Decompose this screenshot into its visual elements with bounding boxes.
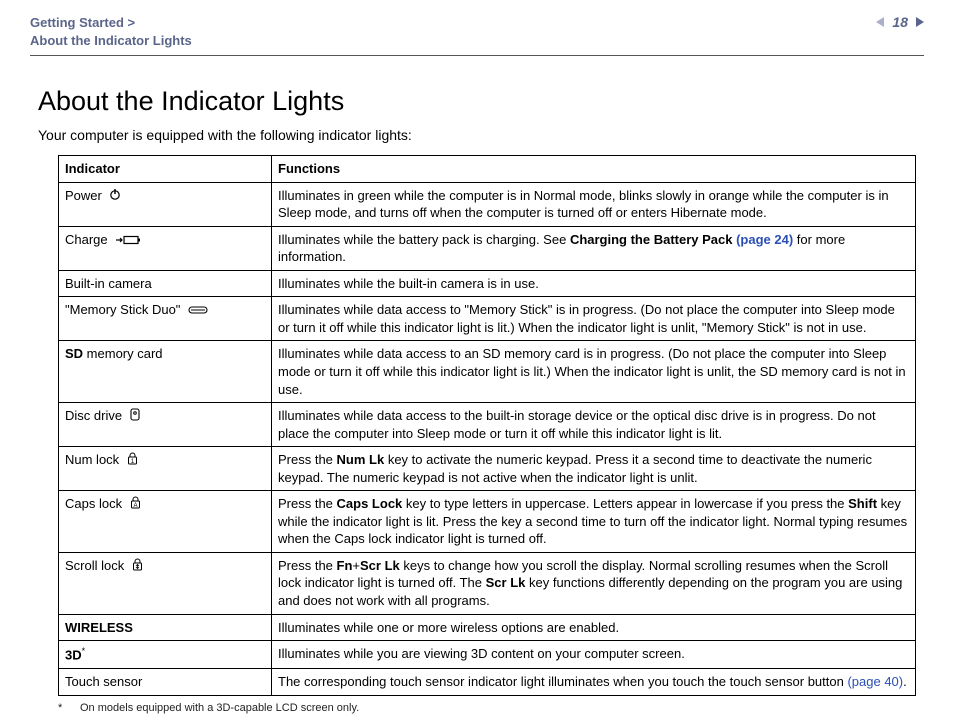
function-sd: Illuminates while data access to an SD m… (272, 341, 916, 403)
page-navigation: 18 (876, 14, 924, 30)
table-row: 3D* Illuminates while you are viewing 3D… (59, 641, 916, 669)
prev-page-icon[interactable] (876, 17, 884, 27)
table-row: Power Illuminates in green while the com… (59, 182, 916, 226)
indicator-touch: Touch sensor (59, 669, 272, 696)
charge-icon (115, 232, 143, 250)
next-page-icon[interactable] (916, 17, 924, 27)
indicator-table: Indicator Functions Power Illuminates in… (58, 155, 916, 695)
header-row: Getting Started > About the Indicator Li… (30, 14, 924, 56)
link-page-40[interactable]: (page 40) (847, 674, 903, 689)
function-touch: The corresponding touch sensor indicator… (272, 669, 916, 696)
col-functions: Functions (272, 156, 916, 183)
table-row: Charge Illuminates while the battery pac… (59, 226, 916, 270)
page-title: About the Indicator Lights (38, 86, 924, 117)
svg-text:A: A (133, 503, 137, 509)
scrolllock-icon (132, 558, 143, 576)
link-page-24[interactable]: (page 24) (736, 232, 793, 247)
indicator-power: Power (59, 182, 272, 226)
function-capslock: Press the Caps Lock key to type letters … (272, 491, 916, 553)
function-numlock: Press the Num Lk key to activate the num… (272, 447, 916, 491)
indicator-disc: Disc drive (59, 403, 272, 447)
function-memorystick: Illuminates while data access to "Memory… (272, 297, 916, 341)
indicator-camera: Built-in camera (59, 270, 272, 297)
function-scrolllock: Press the Fn+Scr Lk keys to change how y… (272, 552, 916, 614)
indicator-sd: SD memory card (59, 341, 272, 403)
breadcrumb-section: Getting Started > (30, 15, 135, 30)
disc-drive-icon (130, 408, 140, 426)
table-row: WIRELESS Illuminates while one or more w… (59, 614, 916, 641)
table-header-row: Indicator Functions (59, 156, 916, 183)
function-disc: Illuminates while data access to the bui… (272, 403, 916, 447)
intro-text: Your computer is equipped with the follo… (38, 127, 924, 143)
table-row: SD memory card Illuminates while data ac… (59, 341, 916, 403)
power-icon (109, 187, 121, 205)
table-row: Scroll lock Press the Fn+Scr Lk keys to … (59, 552, 916, 614)
function-3d: Illuminates while you are viewing 3D con… (272, 641, 916, 669)
numlock-icon: 1 (127, 452, 138, 470)
function-wireless: Illuminates while one or more wireless o… (272, 614, 916, 641)
footnote: *On models equipped with a 3D-capable LC… (58, 702, 924, 714)
col-indicator: Indicator (59, 156, 272, 183)
table-row: Disc drive Illuminates while data access… (59, 403, 916, 447)
breadcrumb: Getting Started > About the Indicator Li… (30, 14, 192, 49)
memorystick-icon (188, 302, 210, 320)
table-row: Built-in camera Illuminates while the bu… (59, 270, 916, 297)
indicator-numlock: Num lock 1 (59, 447, 272, 491)
table-row: Num lock 1 Press the Num Lk key to activ… (59, 447, 916, 491)
breadcrumb-page: About the Indicator Lights (30, 33, 192, 48)
function-power: Illuminates in green while the computer … (272, 182, 916, 226)
function-charge: Illuminates while the battery pack is ch… (272, 226, 916, 270)
function-camera: Illuminates while the built-in camera is… (272, 270, 916, 297)
capslock-icon: A (130, 496, 141, 514)
page-number: 18 (892, 14, 908, 30)
table-row: Caps lock A Press the Caps Lock key to t… (59, 491, 916, 553)
indicator-scrolllock: Scroll lock (59, 552, 272, 614)
indicator-memorystick: "Memory Stick Duo" (59, 297, 272, 341)
indicator-3d: 3D* (59, 641, 272, 669)
indicator-capslock: Caps lock A (59, 491, 272, 553)
table-row: Touch sensor The corresponding touch sen… (59, 669, 916, 696)
indicator-charge: Charge (59, 226, 272, 270)
indicator-wireless: WIRELESS (59, 614, 272, 641)
table-row: "Memory Stick Duo" Illuminates while dat… (59, 297, 916, 341)
